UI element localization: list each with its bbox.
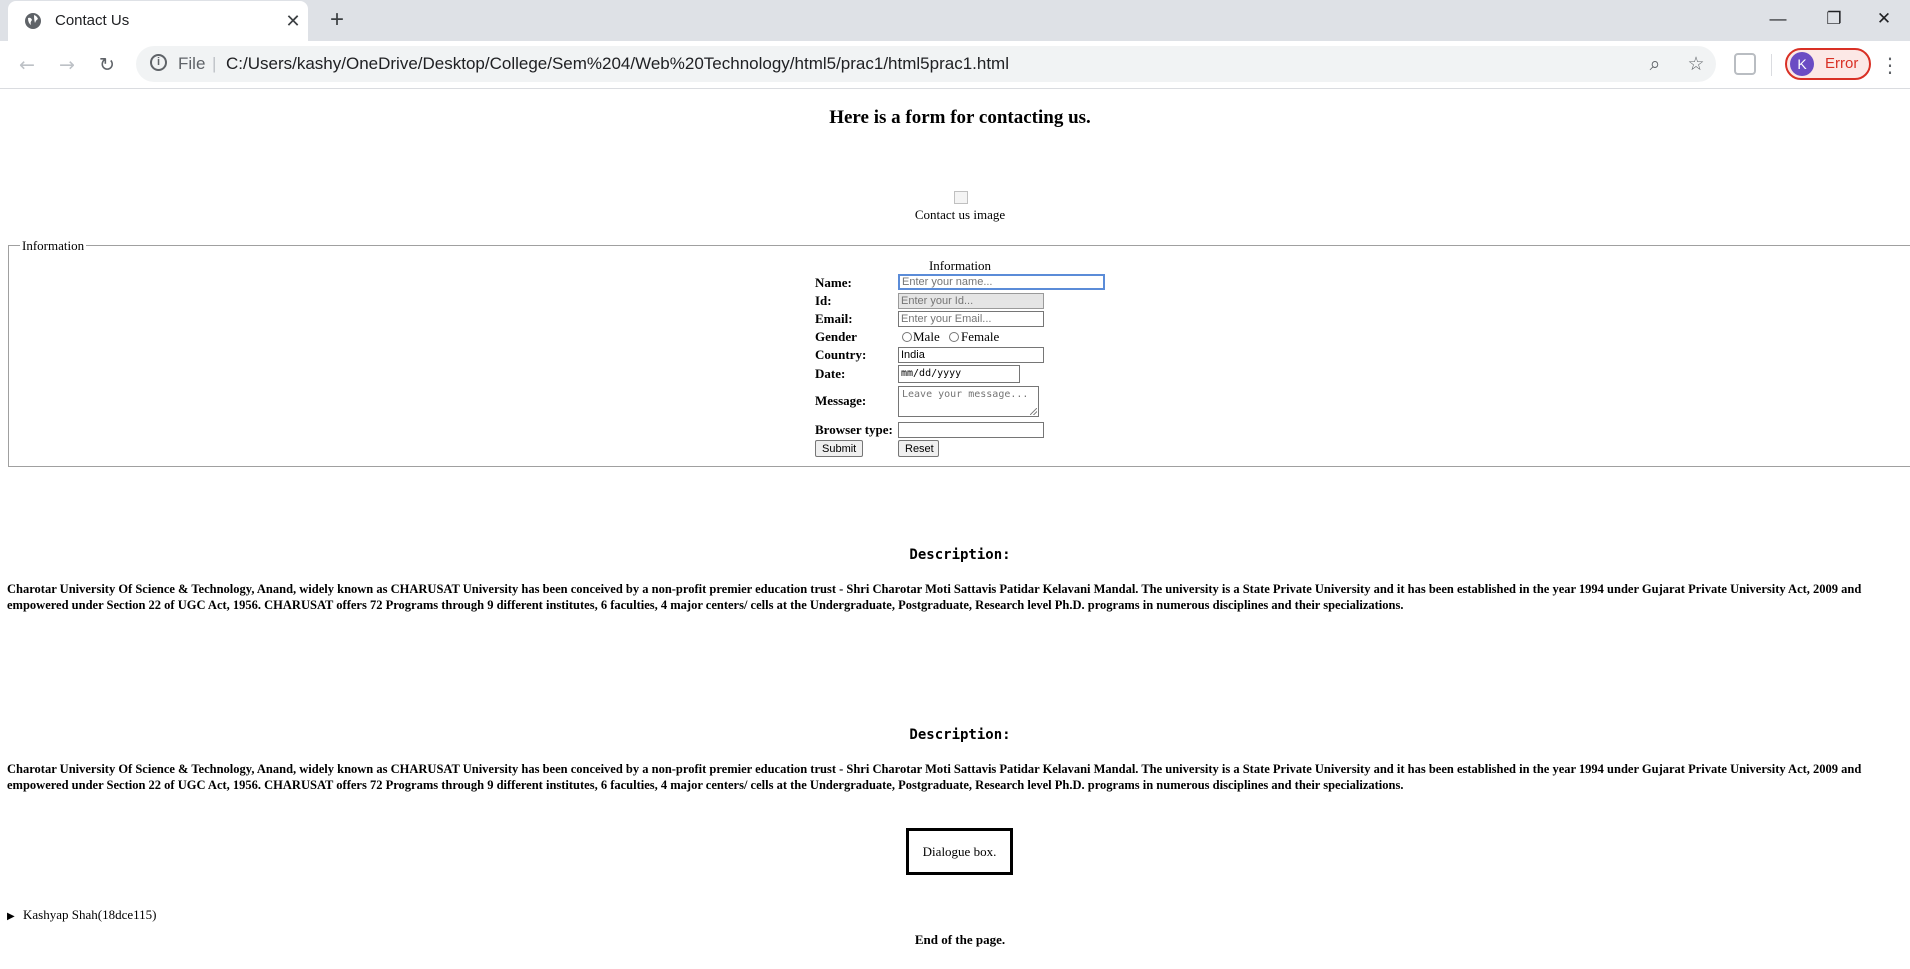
description-text-2: Charotar University Of Science & Technol… <box>7 762 1862 792</box>
message-label: Message: <box>815 393 867 408</box>
name-label: Name: <box>815 275 852 290</box>
gender-male-radio[interactable] <box>902 332 912 342</box>
form-caption: Information <box>928 258 992 273</box>
description-title-2: Description: <box>909 727 1011 743</box>
resize-handle-icon[interactable] <box>1030 408 1037 415</box>
gender-female-label: Female <box>961 329 1000 344</box>
profile-status: Error <box>1825 55 1859 72</box>
disclosure-triangle-icon[interactable]: ▶ <box>7 911 23 922</box>
separator: | <box>212 54 217 73</box>
dialog-box: Dialogue box. <box>906 828 1013 875</box>
back-arrow-icon[interactable]: ← <box>12 50 42 80</box>
close-window-button[interactable]: ✕ <box>1856 0 1910 38</box>
email-label: Email: <box>815 311 853 326</box>
close-icon[interactable]: ✕ <box>282 10 304 32</box>
tab-strip: Contact Us ✕ + — ❐ ✕ <box>0 0 1910 41</box>
plus-icon[interactable]: + <box>324 7 350 33</box>
gender-male-label: Male <box>913 329 940 344</box>
name-input[interactable]: Enter your name... <box>898 274 1105 290</box>
details-summary-text[interactable]: Kashyap Shah(18dce115) <box>23 907 156 922</box>
image-alt-text: Contact us image <box>914 207 1006 222</box>
end-of-page-text: End of the page. <box>914 932 1006 947</box>
message-textarea[interactable]: Leave your message... <box>898 386 1039 417</box>
page-heading: Here is a form for contacting us. <box>829 107 1091 128</box>
star-icon[interactable]: ☆ <box>1683 51 1709 77</box>
description-title-1: Description: <box>909 547 1011 563</box>
gender-label: Gender <box>815 329 857 344</box>
info-icon[interactable]: i <box>150 54 167 71</box>
url-text[interactable]: C:/Users/kashy/OneDrive/Desktop/College/… <box>226 54 1009 74</box>
details-summary[interactable]: ▶ Kashyap Shah(18dce115) <box>7 907 156 923</box>
page-content: Here is a form for contacting us. Contac… <box>0 89 1910 969</box>
submit-button[interactable]: Submit <box>815 440 863 457</box>
reload-icon[interactable]: ↻ <box>92 50 122 80</box>
gender-female-radio[interactable] <box>949 332 959 342</box>
forward-arrow-icon[interactable]: → <box>52 50 82 80</box>
browser-toolbar: ← → ↻ i File | C:/Users/kashy/OneDrive/D… <box>0 41 1910 89</box>
extension-icon[interactable] <box>1734 53 1756 75</box>
browser-type-label: Browser type: <box>815 422 893 437</box>
id-input[interactable]: Enter your Id... <box>898 293 1044 309</box>
zoom-out-icon[interactable]: ⌕ <box>1642 51 1668 77</box>
country-input[interactable]: India <box>898 347 1044 363</box>
reset-button[interactable]: Reset <box>898 440 939 457</box>
description-text-1: Charotar University Of Science & Technol… <box>7 582 1862 612</box>
date-input[interactable]: mm/dd/yyyy <box>898 365 1020 383</box>
restore-button[interactable]: ❐ <box>1806 0 1862 38</box>
date-label: Date: <box>815 366 846 381</box>
toolbar-divider <box>1771 54 1772 76</box>
globe-icon <box>25 13 41 29</box>
id-label: Id: <box>815 293 832 308</box>
browser-type-input[interactable] <box>898 422 1044 438</box>
tab-title: Contact Us <box>55 12 130 29</box>
address-bar[interactable]: i File | C:/Users/kashy/OneDrive/Desktop… <box>136 46 1716 82</box>
tab-contact-us[interactable]: Contact Us ✕ <box>8 1 308 41</box>
broken-image-icon <box>954 191 968 204</box>
kebab-menu-icon[interactable]: ⋮ <box>1880 50 1900 80</box>
fieldset-legend: Information <box>20 238 87 254</box>
profile-button[interactable]: K Error <box>1785 48 1871 80</box>
email-input[interactable]: Enter your Email... <box>898 311 1044 327</box>
file-label: File <box>178 54 206 73</box>
minimize-button[interactable]: — <box>1750 0 1806 38</box>
country-label: Country: <box>815 347 867 362</box>
avatar: K <box>1790 52 1814 76</box>
message-placeholder: Leave your message... <box>902 389 1029 400</box>
